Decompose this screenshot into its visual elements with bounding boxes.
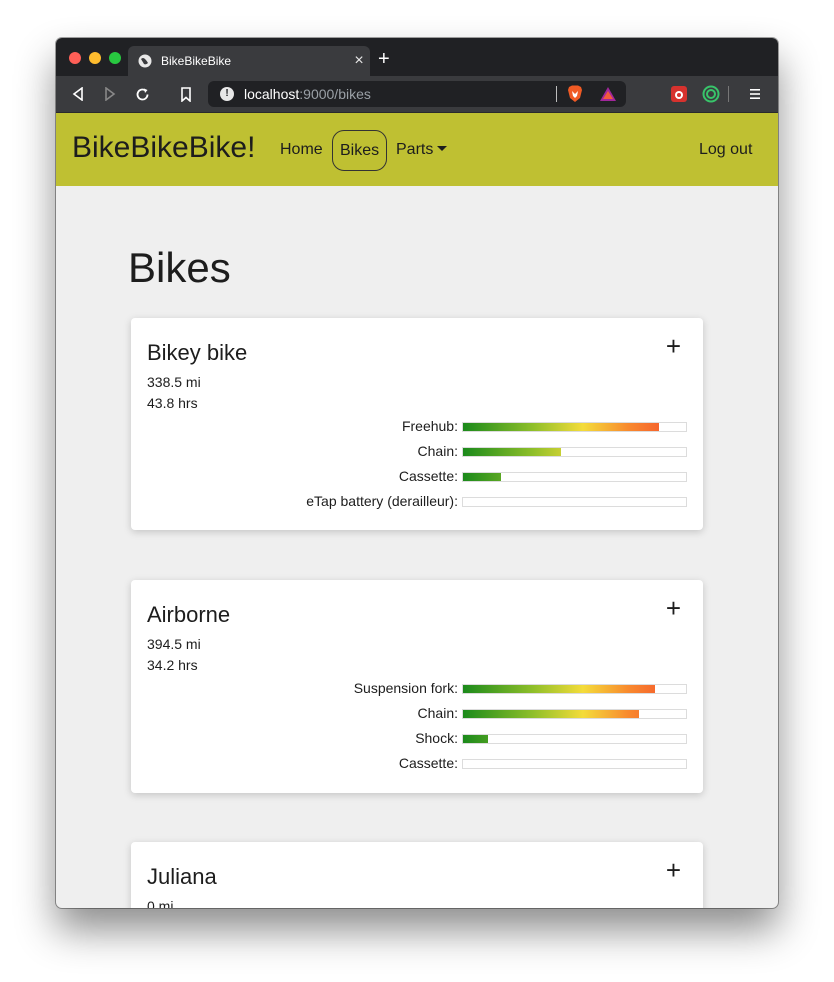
part-label: Chain:	[417, 705, 458, 721]
part-row: Chain:	[131, 705, 703, 723]
close-window-button[interactable]	[69, 52, 81, 64]
wear-bar	[462, 684, 687, 694]
bike-name: Airborne	[147, 602, 231, 627]
nav-bikes[interactable]: Bikes	[332, 130, 388, 171]
part-label: Cassette:	[398, 468, 458, 484]
wear-bar	[462, 447, 687, 457]
bike-distance: 0 mi	[147, 898, 174, 908]
part-label: Suspension fork:	[353, 680, 458, 696]
url-text: localhost:9000/bikes	[244, 86, 371, 102]
part-label: Shock:	[415, 730, 458, 746]
site-navbar: BikeBikeBike! Home Bikes Parts Log out	[56, 113, 778, 186]
tab-title: BikeBikeBike	[161, 54, 232, 68]
wear-bar-fill	[463, 423, 660, 431]
part-row: Cassette:	[131, 468, 703, 486]
wear-bar-fill	[463, 685, 655, 693]
main-content: Bikes Bikey bike + 338.5 mi 43.8 hrs Fre…	[56, 186, 778, 908]
maximize-window-button[interactable]	[109, 52, 121, 64]
wear-bar	[462, 734, 687, 744]
part-row: Chain:	[131, 443, 703, 461]
menu-icon[interactable]	[746, 85, 764, 103]
forward-icon[interactable]	[101, 85, 119, 103]
nav-home[interactable]: Home	[280, 141, 323, 159]
site-info-icon[interactable]: !	[220, 87, 234, 101]
part-label: Cassette:	[398, 755, 458, 771]
close-tab-icon[interactable]: ×	[348, 52, 370, 70]
bike-card: Juliana + 0 mi	[131, 842, 703, 908]
bike-card: Bikey bike + 338.5 mi 43.8 hrs Freehub: …	[131, 318, 703, 530]
part-label: Chain:	[417, 443, 458, 459]
wear-bar	[462, 497, 687, 507]
toolbar-divider	[728, 86, 729, 102]
wear-bar-fill	[463, 710, 640, 718]
bike-hours: 43.8 hrs	[147, 395, 198, 411]
tracker-extension-icon[interactable]	[702, 85, 720, 103]
part-label: eTap battery (derailleur):	[306, 493, 458, 509]
bike-distance: 394.5 mi	[147, 636, 201, 652]
new-tab-icon[interactable]: +	[378, 47, 390, 71]
part-row: Shock:	[131, 730, 703, 748]
extension-icon[interactable]	[670, 85, 688, 103]
page-title: Bikes	[128, 244, 231, 291]
add-part-button[interactable]: +	[666, 332, 681, 360]
tab-strip: BikeBikeBike × +	[56, 38, 778, 76]
wear-bar	[462, 472, 687, 482]
bookmark-icon[interactable]	[177, 85, 195, 103]
back-icon[interactable]	[69, 85, 87, 103]
add-part-button[interactable]: +	[666, 856, 681, 884]
nav-parts-label: Parts	[396, 141, 434, 158]
wear-bar	[462, 709, 687, 719]
part-row: Freehub:	[131, 418, 703, 436]
part-row: eTap battery (derailleur):	[131, 493, 703, 511]
nav-logout[interactable]: Log out	[699, 141, 752, 159]
address-bar[interactable]: ! localhost:9000/bikes	[208, 81, 626, 107]
minimize-window-button[interactable]	[89, 52, 101, 64]
add-part-button[interactable]: +	[666, 594, 681, 622]
wear-bar	[462, 759, 687, 769]
bike-card: Airborne + 394.5 mi 34.2 hrs Suspension …	[131, 580, 703, 793]
brand-link[interactable]: BikeBikeBike!	[72, 131, 255, 165]
brave-rewards-icon[interactable]	[599, 85, 617, 103]
reload-icon[interactable]	[133, 85, 151, 103]
brave-shield-icon[interactable]	[566, 85, 584, 103]
wear-bar-fill	[463, 735, 488, 743]
caret-down-icon	[437, 146, 448, 151]
browser-window: BikeBikeBike × + ! localhost:9000/bikes	[56, 38, 778, 908]
globe-icon	[138, 54, 152, 68]
wear-bar-fill	[463, 473, 501, 481]
part-row: Suspension fork:	[131, 680, 703, 698]
browser-toolbar: ! localhost:9000/bikes	[56, 76, 778, 113]
wear-bar-fill	[463, 448, 562, 456]
part-row: Cassette:	[131, 755, 703, 773]
address-bar-divider	[556, 86, 557, 102]
part-label: Freehub:	[401, 418, 458, 434]
bike-name: Bikey bike	[147, 340, 248, 365]
browser-tab[interactable]: BikeBikeBike ×	[128, 46, 370, 76]
bike-name: Juliana	[147, 864, 217, 889]
bike-distance: 338.5 mi	[147, 374, 201, 390]
bike-hours: 34.2 hrs	[147, 657, 198, 673]
nav-parts-dropdown[interactable]: Parts	[396, 141, 448, 159]
wear-bar	[462, 422, 687, 432]
